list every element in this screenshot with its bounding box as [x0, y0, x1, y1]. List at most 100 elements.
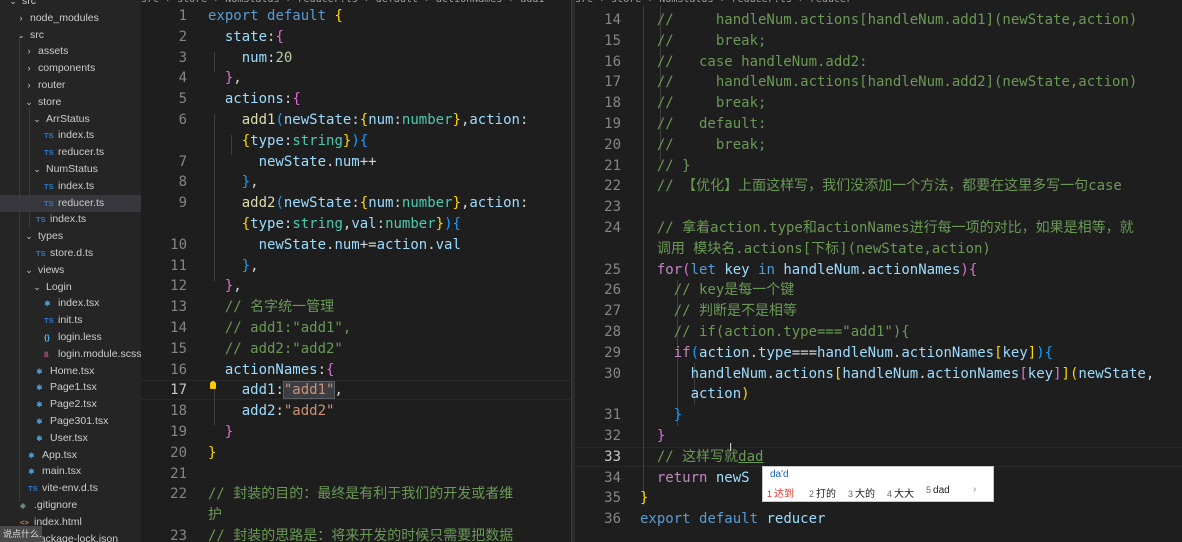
explorer-item-types[interactable]: ⌄ types — [0, 228, 141, 245]
explorer-item-assets[interactable]: › assets — [0, 43, 141, 60]
explorer-item-label: index.tsx — [58, 297, 100, 310]
tsx-file-icon: ⚛ — [36, 383, 43, 393]
explorer-item-num-reducer[interactable]: TS reducer.ts — [0, 194, 141, 212]
line-number: 28 — [604, 324, 621, 340]
indent-guide — [29, 107, 30, 227]
explorer-item-login-index[interactable]: ⚛ index.tsx — [0, 295, 141, 312]
line-number: 8 — [178, 174, 187, 191]
tsx-file-icon: ⚛ — [28, 450, 35, 460]
explorer-item-ArrStatus[interactable]: ⌄ ArrStatus — [0, 111, 141, 128]
explorer-item-user[interactable]: ⚛ User.tsx — [0, 430, 141, 447]
explorer-sidebar: ⌄ src › node_modules ⌄ src › assets › components ›… — [0, 0, 141, 542]
explorer-item-label: App.tsx — [42, 448, 78, 461]
explorer-item-login-less[interactable]: {} login.less — [0, 329, 141, 346]
explorer-item-gitignore[interactable]: ◆ .gitignore — [0, 497, 141, 514]
line-number: 27 — [604, 303, 621, 320]
ts-file-icon: TS — [44, 148, 54, 158]
explorer-item-node_modules[interactable]: › node_modules — [0, 10, 141, 27]
explorer-item-login-scss[interactable]: ß login.module.scss — [0, 346, 141, 363]
ime-candidate-1[interactable]: 1 达到 — [767, 485, 794, 500]
explorer-item-page1[interactable]: ⚛ Page1.tsx — [0, 379, 141, 396]
taskbar-comment-box[interactable]: 说点什么... — [0, 526, 42, 542]
chevron-down-icon[interactable]: ⌄ — [32, 111, 42, 128]
explorer-item-login-init[interactable]: TS init.ts — [0, 312, 141, 329]
chevron-right-icon[interactable]: › — [24, 60, 34, 77]
chevron-down-icon[interactable]: ⌄ — [24, 262, 34, 279]
explorer-item-src[interactable]: ⌄ src — [0, 27, 141, 44]
line-number: 10 — [170, 236, 187, 253]
editor-left[interactable]: src › store › NumStatus › reducer.ts › d… — [141, 0, 571, 542]
chevron-down-icon[interactable]: ⌄ — [24, 228, 34, 245]
line-number: 6 — [178, 112, 187, 128]
chevron-down-icon[interactable]: ⌄ — [8, 0, 18, 10]
explorer-item-label: components — [38, 62, 96, 75]
line-number: 31 — [604, 407, 621, 424]
line-number: 2 — [178, 28, 187, 45]
explorer-item-main[interactable]: ⚛ main.tsx — [0, 463, 141, 480]
line-number: 20 — [170, 444, 187, 461]
line-number: 5 — [178, 91, 187, 108]
ime-next-page-icon[interactable]: › — [973, 484, 976, 495]
tsx-file-icon: ⚛ — [36, 417, 43, 426]
line-number: 15 — [170, 340, 187, 357]
line-number: 22 — [170, 486, 187, 503]
explorer-item-label: src — [30, 28, 44, 41]
line-number: 12 — [170, 278, 187, 295]
explorer-item-views[interactable]: ⌄ views — [0, 262, 141, 279]
explorer-item-NumStatus[interactable]: ⌄ NumStatus — [0, 161, 141, 178]
line-number: 21 — [170, 465, 187, 482]
explorer-item-vite-env[interactable]: TS vite-env.d.ts — [0, 480, 141, 497]
explorer-item-label: NumStatus — [46, 163, 98, 175]
explorer-item-app[interactable]: ⚛ App.tsx — [0, 447, 141, 464]
line-number: 14 — [604, 12, 621, 28]
explorer-item-home[interactable]: ⚛ Home.tsx — [0, 363, 141, 380]
chevron-down-icon[interactable]: ⌄ — [16, 27, 26, 44]
explorer-item-label: src — [22, 0, 36, 7]
explorer-item-label: index.ts — [58, 179, 95, 192]
line-number: 24 — [604, 220, 621, 236]
line-number: 7 — [178, 153, 187, 170]
tsx-file-icon: ⚛ — [36, 400, 43, 410]
code-right[interactable]: // handleNum.actions[handleNum.add1](new… — [640, 10, 1154, 530]
explorer-item-page301[interactable]: ⚛ Page301.tsx — [0, 413, 141, 430]
ime-candidate-4[interactable]: 4 大大 — [887, 485, 914, 500]
line-number: 19 — [170, 424, 187, 440]
ime-candidate-5[interactable]: 5 dad — [926, 485, 950, 496]
line-number: 36 — [604, 511, 621, 528]
explorer-item-arr-reducer[interactable]: TS reducer.ts — [0, 144, 141, 161]
explorer-item-num-index[interactable]: TS index.ts — [0, 178, 141, 195]
chevron-down-icon[interactable]: ⌄ — [32, 279, 42, 296]
ts-file-icon: TS — [44, 316, 54, 326]
chevron-right-icon[interactable]: › — [24, 77, 34, 94]
explorer-item-arr-index[interactable]: TS index.ts — [0, 127, 141, 144]
code-left[interactable]: export default { state:{ num:20 }, actio… — [208, 6, 528, 542]
explorer-item-router[interactable]: › router — [0, 77, 141, 94]
line-number: 4 — [178, 70, 187, 87]
ts-file-icon: TS — [28, 484, 38, 494]
tsx-file-icon: ⚛ — [36, 366, 43, 376]
ime-candidate-popup[interactable]: da'd 1 达到 2 打的 3 大的 4 大大 5 dad — [762, 466, 994, 502]
explorer-item-components[interactable]: › components — [0, 60, 141, 77]
explorer-item-page2[interactable]: ⚛ Page2.tsx — [0, 396, 141, 413]
breadcrumb[interactable]: src › store › NumStatus › reducer.ts › r… — [575, 0, 1182, 6]
line-number: 18 — [604, 95, 621, 112]
explorer-item-src-root[interactable]: ⌄ src — [0, 0, 141, 10]
line-number: 15 — [604, 32, 621, 49]
ime-candidate-2[interactable]: 2 打的 — [809, 485, 836, 500]
chevron-right-icon[interactable]: › — [16, 10, 26, 27]
lightbulb-icon[interactable] — [210, 381, 216, 389]
line-number: 35 — [604, 490, 621, 507]
chevron-right-icon[interactable]: › — [24, 43, 34, 60]
explorer-item-store-index[interactable]: TS index.ts — [0, 211, 141, 228]
explorer-item-label: Page1.tsx — [50, 381, 97, 394]
explorer-item-store-d[interactable]: TS store.d.ts — [0, 245, 141, 262]
explorer-item-label: main.tsx — [42, 465, 82, 478]
line-number: 20 — [604, 136, 621, 153]
line-number: 21 — [604, 157, 621, 174]
explorer-item-store[interactable]: ⌄ store — [0, 94, 141, 111]
explorer-item-Login[interactable]: ⌄ Login — [0, 279, 141, 296]
line-number: 23 — [170, 528, 187, 542]
ime-candidate-3[interactable]: 3 大的 — [848, 485, 875, 500]
editor-right[interactable]: src › store › NumStatus › reducer.ts › r… — [575, 0, 1182, 542]
chevron-down-icon[interactable]: ⌄ — [32, 161, 42, 178]
